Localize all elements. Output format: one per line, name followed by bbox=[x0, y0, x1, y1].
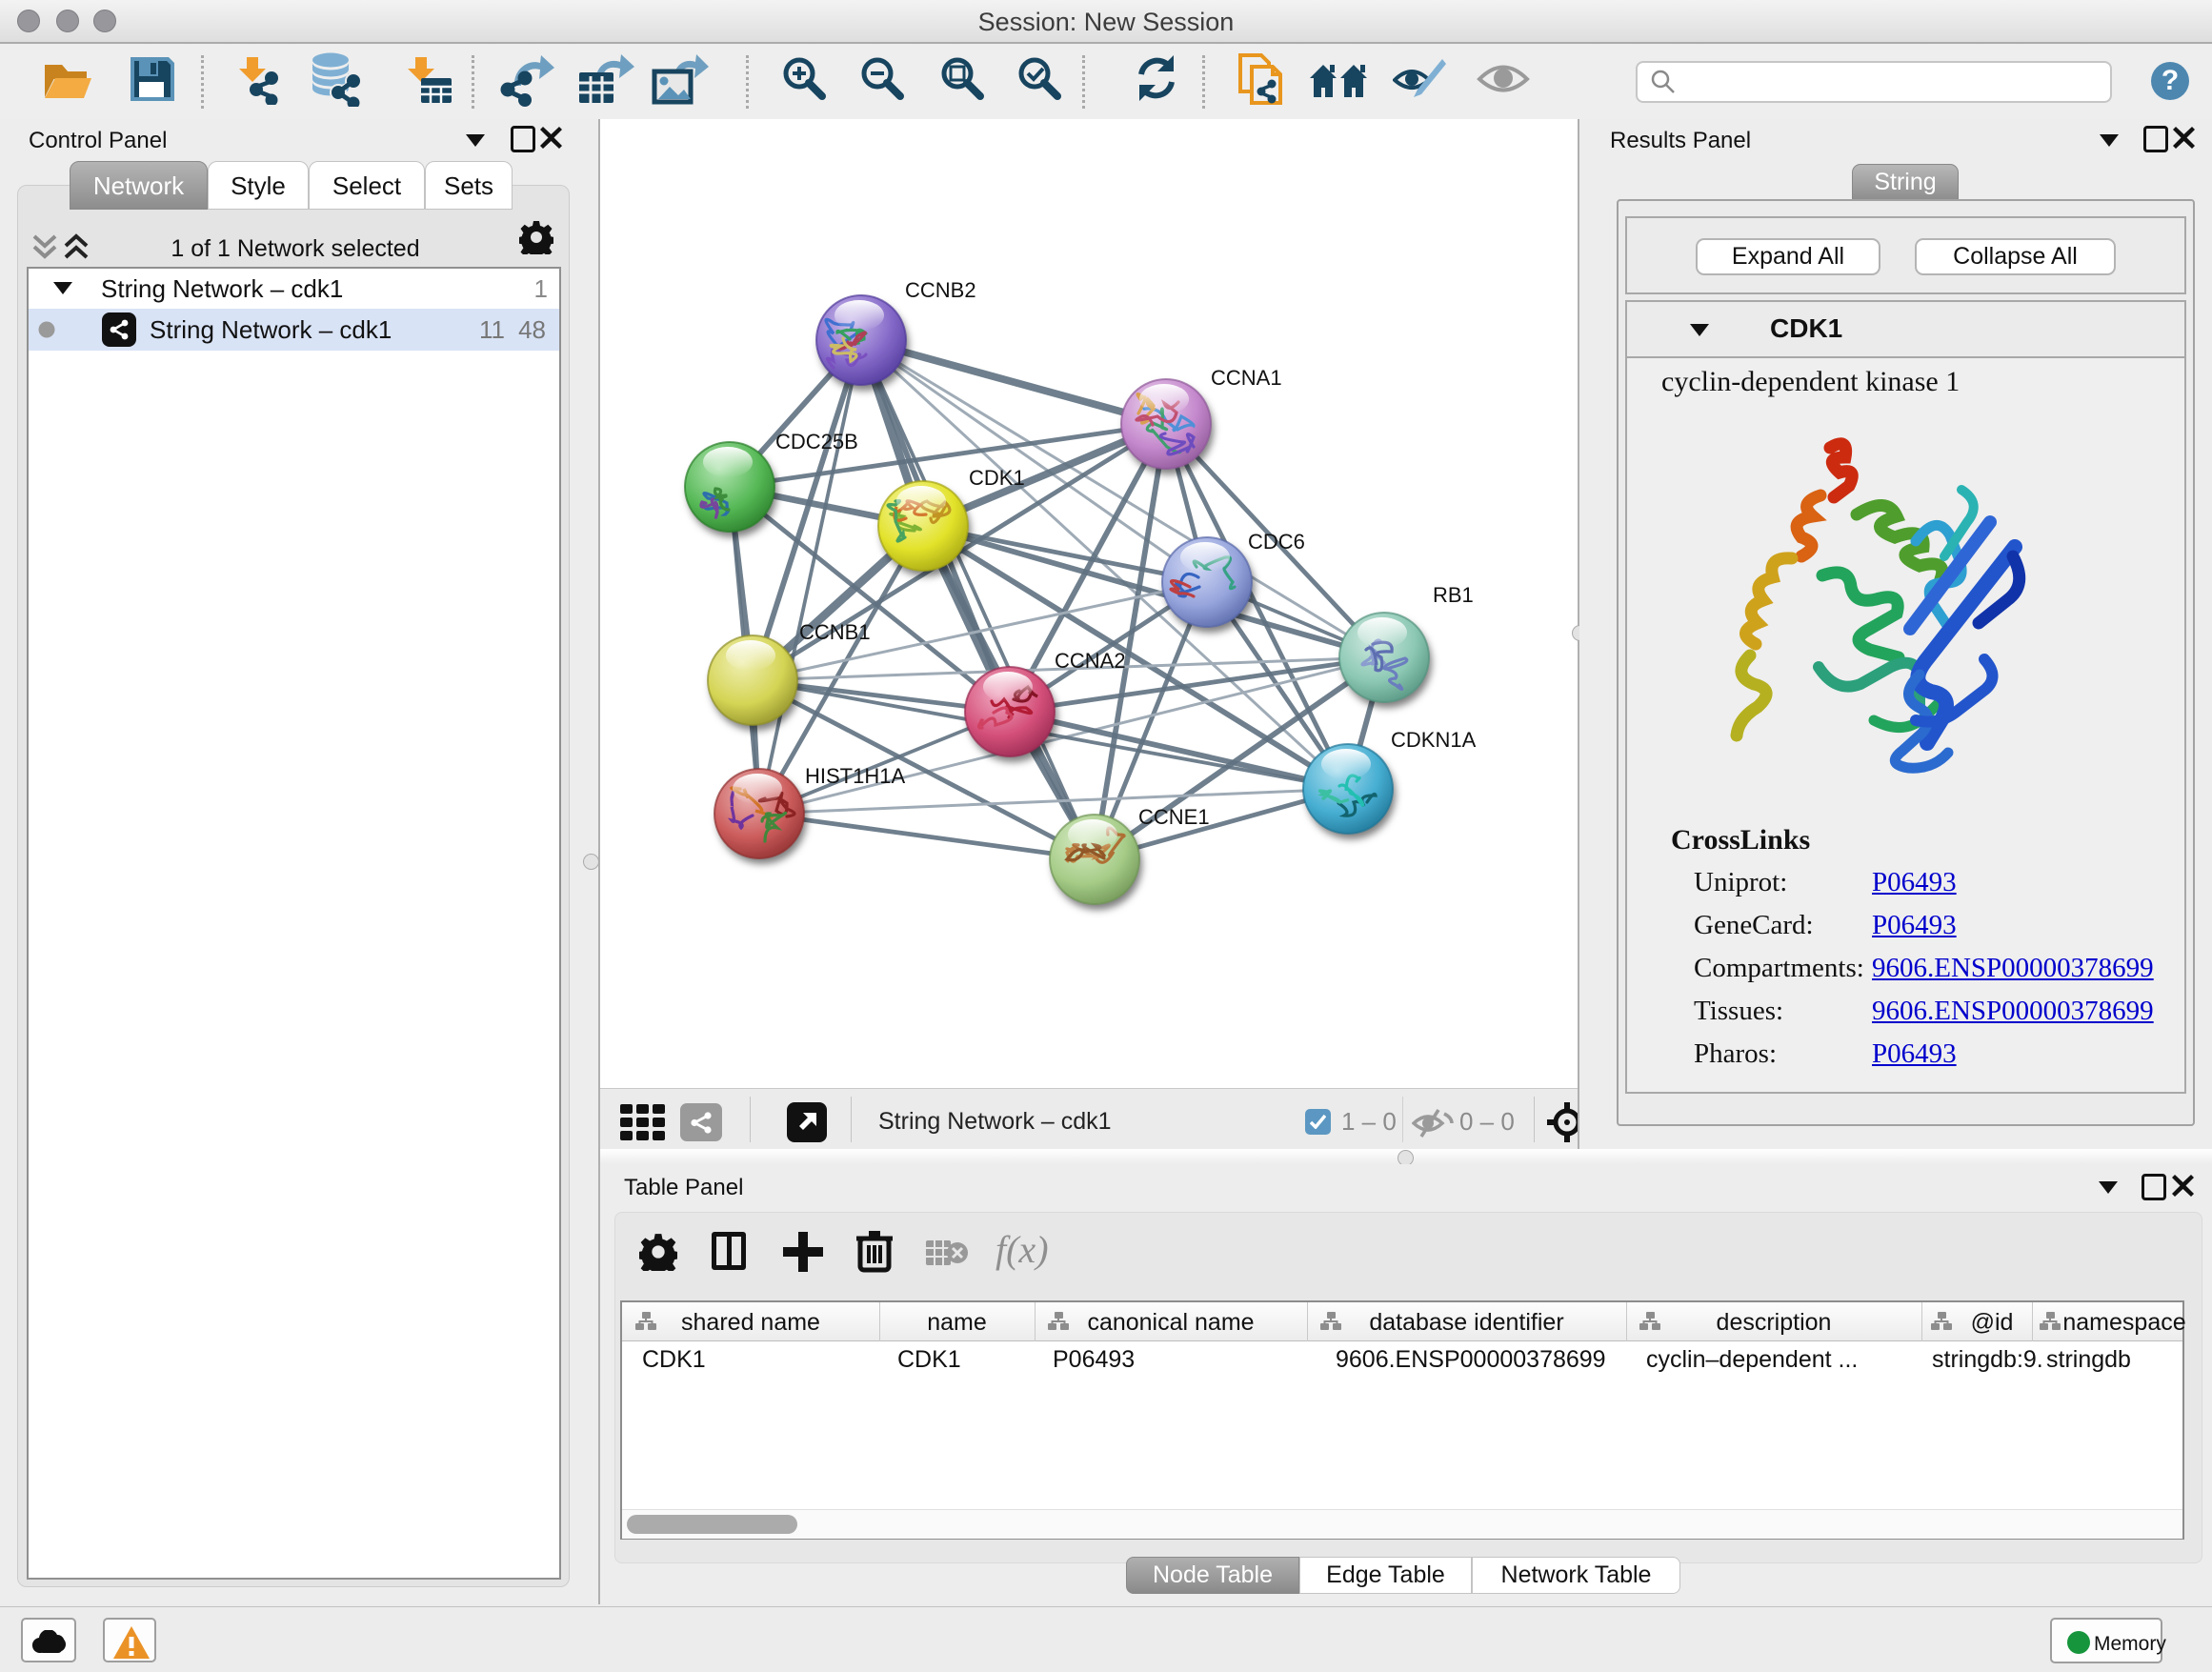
svg-text:CDC6: CDC6 bbox=[1248, 530, 1305, 554]
svg-text:CCNB2: CCNB2 bbox=[905, 278, 976, 302]
svg-text:RB1: RB1 bbox=[1433, 583, 1474, 607]
svg-text:HIST1H1A: HIST1H1A bbox=[805, 764, 905, 788]
svg-text:CDC25B: CDC25B bbox=[775, 430, 858, 453]
svg-text:CCNA1: CCNA1 bbox=[1211, 366, 1282, 390]
svg-text:CCNB1: CCNB1 bbox=[799, 620, 871, 644]
svg-text:CDKN1A: CDKN1A bbox=[1391, 728, 1477, 752]
svg-text:CDK1: CDK1 bbox=[969, 466, 1025, 490]
svg-text:CCNA2: CCNA2 bbox=[1055, 649, 1126, 673]
svg-text:CCNE1: CCNE1 bbox=[1138, 805, 1210, 829]
